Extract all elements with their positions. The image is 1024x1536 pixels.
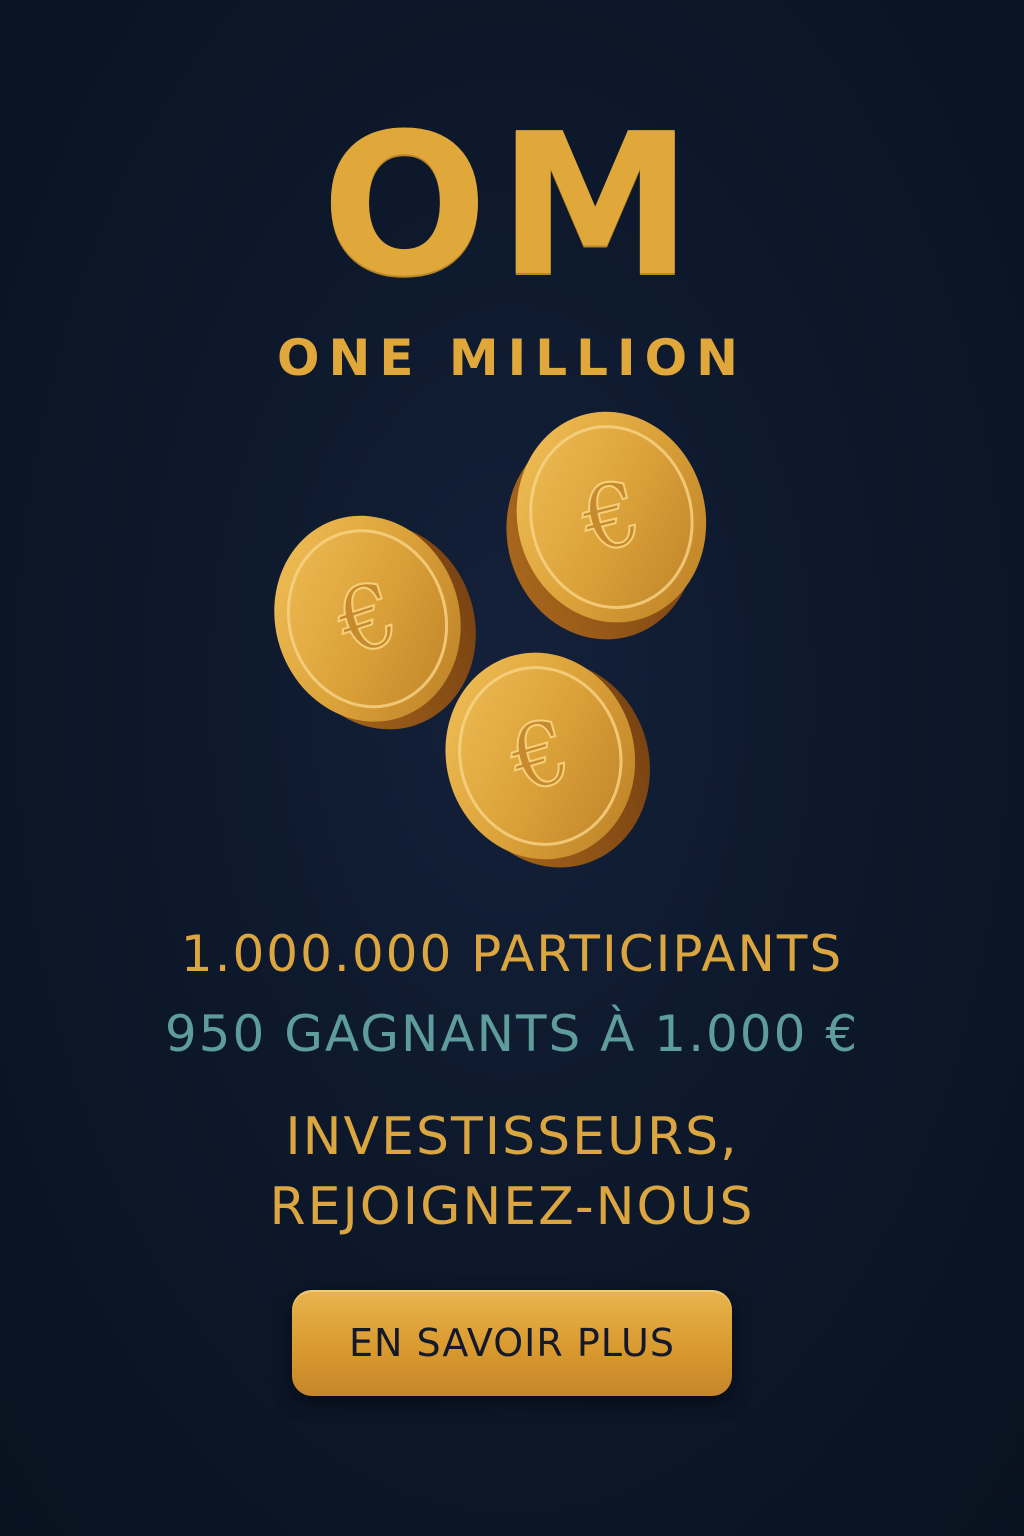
call-to-action-line-2: REJOIGNEZ-NOUS — [269, 1177, 755, 1237]
logo: OM — [321, 92, 703, 320]
call-to-action-line-1: INVESTISSEURS, — [285, 1107, 739, 1167]
poster: OM ONE MILLION € € € 1.000.000 PARTICIPA… — [0, 0, 1024, 1536]
winners-info: 950 GAGNANTS À 1.000 € — [164, 1005, 860, 1063]
brand-name: ONE MILLION — [277, 329, 747, 387]
coin-icon: € — [506, 411, 707, 640]
participants-count: 1.000.000 PARTICIPANTS — [180, 925, 844, 983]
euro-coins-illustration: € € € — [274, 411, 707, 868]
learn-more-button[interactable]: EN SAVOIR PLUS — [292, 1290, 732, 1396]
